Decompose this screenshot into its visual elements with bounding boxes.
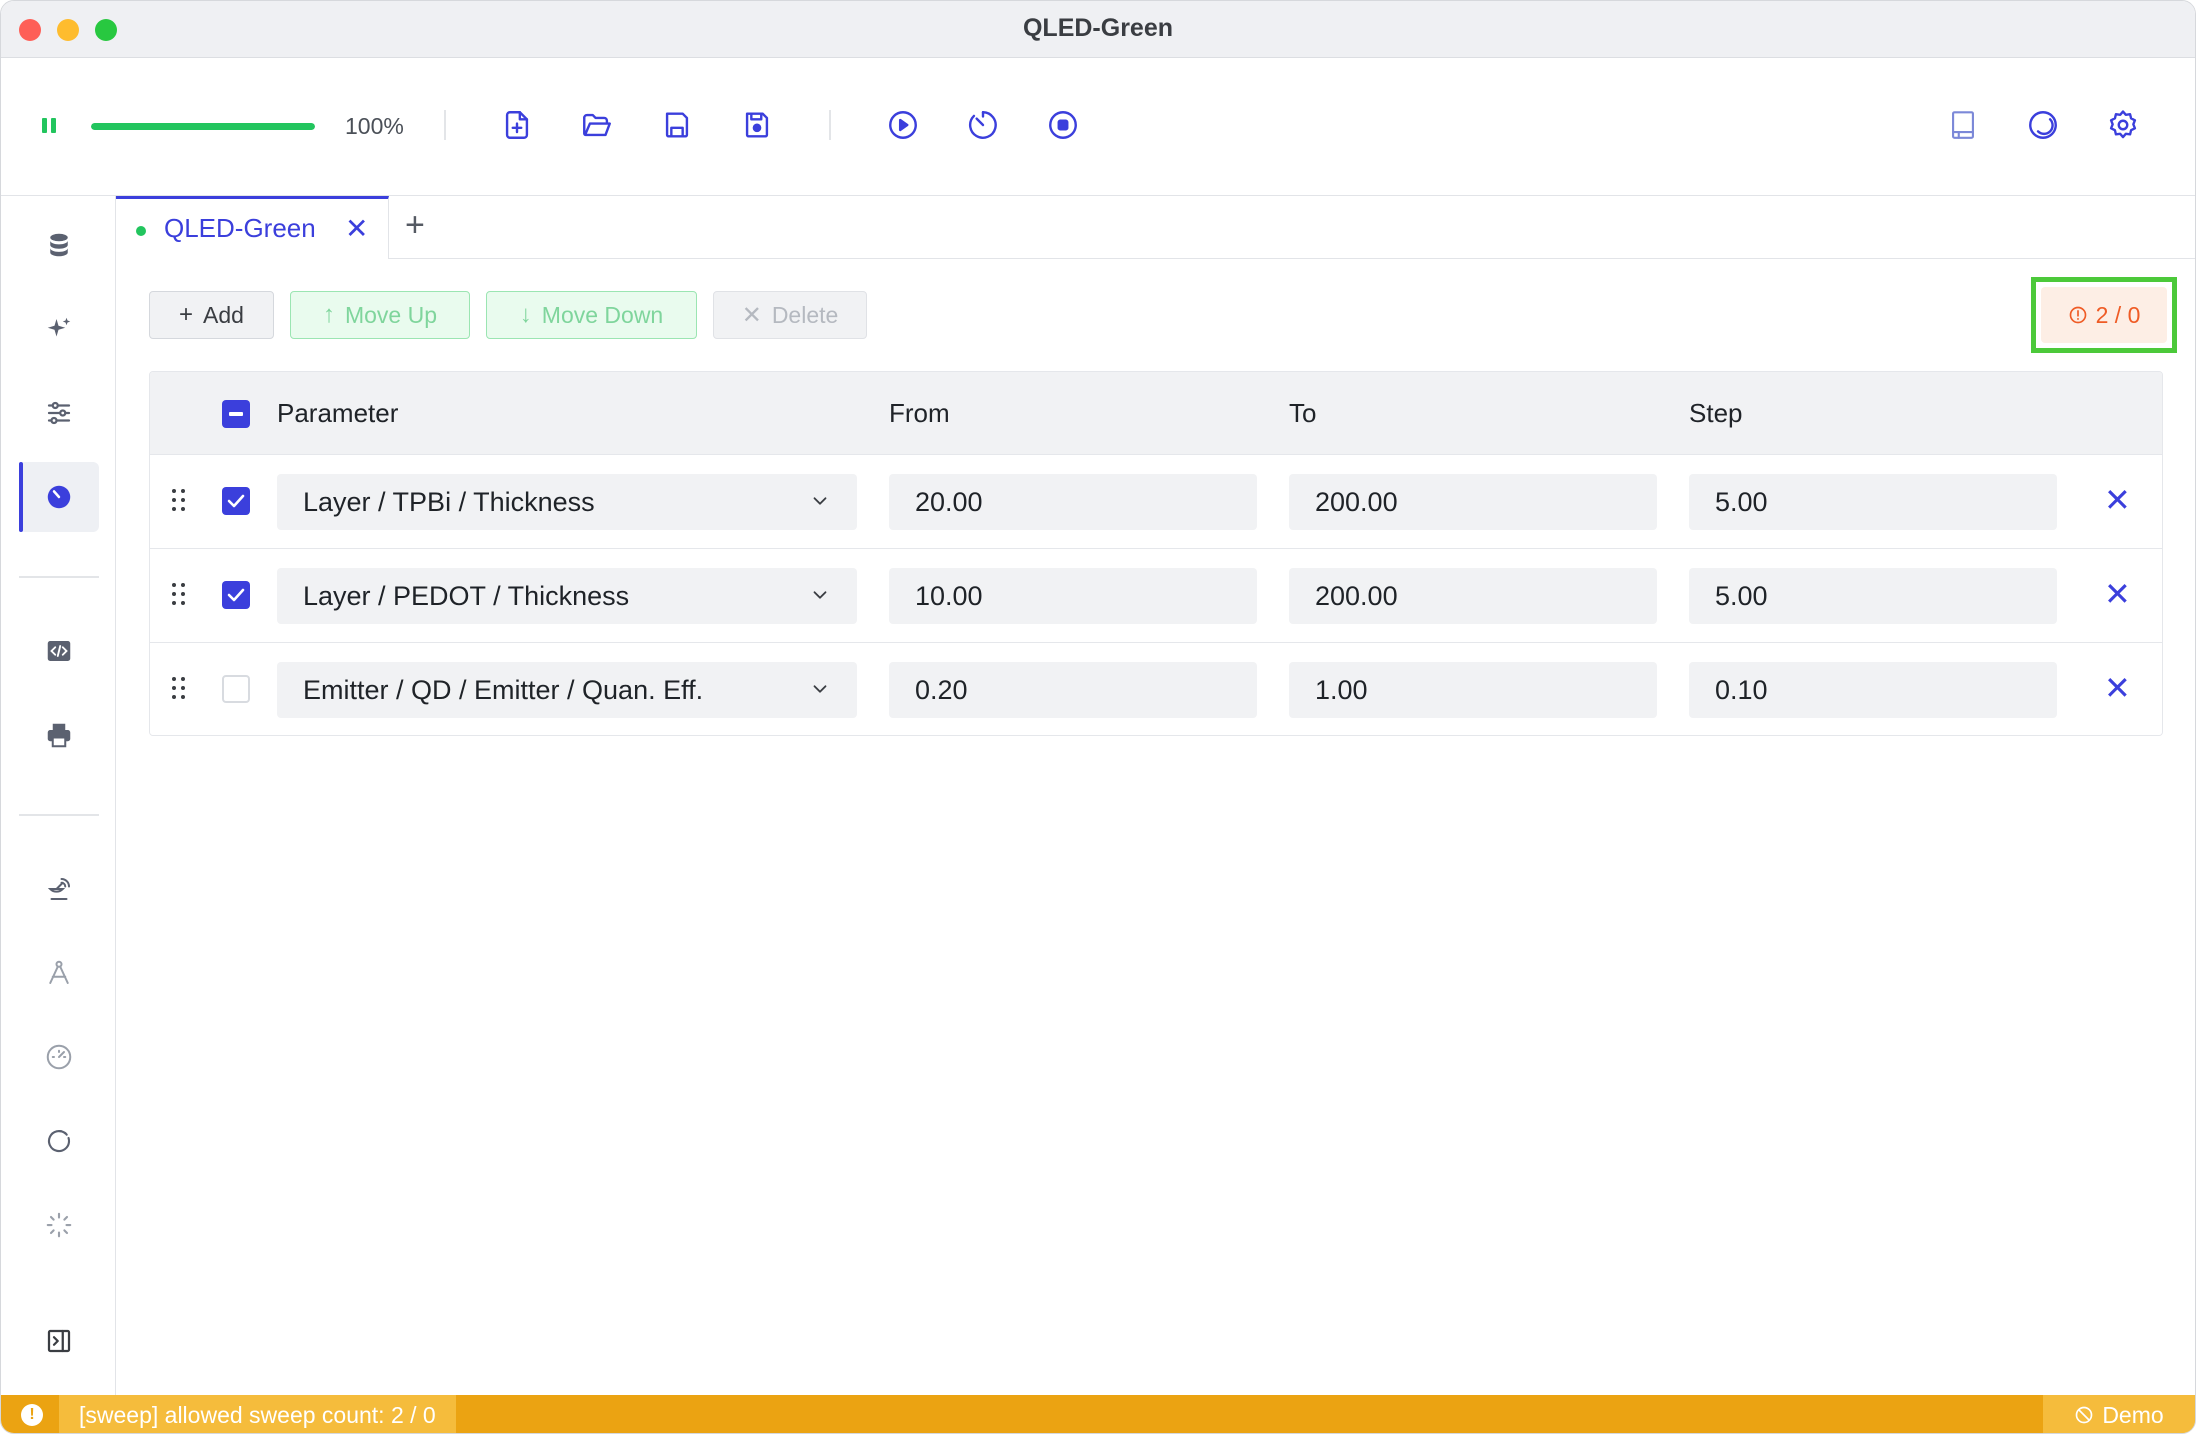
save-icon[interactable] [657, 105, 697, 145]
chevron-down-icon [813, 497, 827, 505]
step-field[interactable]: 0.10 [1689, 662, 2057, 718]
tab-bar: QLED-Green ✕ + [116, 196, 2195, 259]
column-header-from: From [889, 398, 950, 428]
tab-qled-green[interactable]: QLED-Green ✕ [116, 196, 389, 259]
remove-row-icon[interactable]: ✕ [2104, 577, 2131, 611]
remove-row-icon[interactable]: ✕ [2104, 671, 2131, 705]
printer-icon[interactable] [19, 700, 99, 770]
toolbar-divider [829, 110, 831, 140]
delete-label: Delete [771, 301, 839, 328]
to-field[interactable]: 1.00 [1289, 662, 1657, 718]
close-icon: ✕ [741, 301, 762, 329]
from-field[interactable]: 20.00 [889, 474, 1257, 530]
move-up-button[interactable]: ↑ Move Up [290, 291, 470, 339]
chevron-down-icon [813, 591, 827, 599]
app-window: QLED-Green 100% QLED-Green ✕ + + Add ↑ M… [0, 0, 2196, 1434]
sidebar [1, 196, 116, 1395]
parameter-value: Emitter / QD / Emitter / Quan. Eff. [303, 675, 704, 705]
column-header-step: Step [1689, 398, 1743, 428]
window-title: QLED-Green [1022, 14, 1174, 42]
run-icon[interactable] [883, 105, 923, 145]
sparkles-icon[interactable] [19, 294, 99, 364]
gauge-icon[interactable] [19, 1022, 99, 1092]
delete-button[interactable]: ✕ Delete [713, 291, 867, 339]
settings-icon[interactable] [2103, 105, 2143, 145]
loader-icon[interactable] [19, 1190, 99, 1260]
progress-text: 100% [345, 113, 404, 139]
timer-icon[interactable] [963, 105, 1003, 145]
table-header: Parameter From To Step [150, 372, 2162, 455]
panel-toggle-icon[interactable] [19, 1306, 99, 1376]
table-row: Layer / TPBi / Thickness 20.00 200.00 5.00 ✕ [150, 455, 2162, 549]
drag-handle-icon[interactable] [172, 583, 186, 607]
parameter-value: Layer / TPBi / Thickness [303, 487, 595, 517]
step-field[interactable]: 5.00 [1689, 568, 2057, 624]
satellite-icon[interactable] [19, 854, 99, 924]
sliders-icon[interactable] [19, 378, 99, 448]
toolbar-divider [444, 110, 446, 140]
status-message: [sweep] allowed sweep count: 2 / 0 [59, 1395, 456, 1433]
sweep-count-text: 2 / 0 [2095, 301, 2141, 328]
ban-icon [2075, 1406, 2093, 1424]
chevron-down-icon [813, 685, 827, 693]
move-down-button[interactable]: ↓ Move Down [486, 291, 697, 339]
alert-circle-icon [2069, 306, 2086, 324]
progress-bar [91, 123, 315, 130]
drag-handle-icon[interactable] [172, 489, 186, 513]
parameter-select[interactable]: Layer / PEDOT / Thickness [277, 568, 857, 624]
parameter-select[interactable]: Layer / TPBi / Thickness [277, 474, 857, 530]
from-field[interactable]: 0.20 [889, 662, 1257, 718]
sweep-table: Parameter From To Step Layer / TPBi / Th… [149, 371, 2163, 736]
row-checkbox[interactable] [222, 487, 250, 515]
pause-icon[interactable] [39, 116, 59, 136]
from-field[interactable]: 10.00 [889, 568, 1257, 624]
arrow-down-icon: ↓ [519, 301, 532, 328]
drag-handle-icon[interactable] [172, 677, 186, 701]
title-bar: QLED-Green [1, 1, 2195, 58]
to-field[interactable]: 200.00 [1289, 568, 1657, 624]
add-button[interactable]: + Add [149, 291, 274, 339]
warning-icon: ! [21, 1404, 43, 1426]
new-tab-button[interactable]: + [405, 208, 425, 242]
tab-label: QLED-Green [164, 213, 316, 243]
demo-mode-indicator[interactable]: Demo [2043, 1395, 2195, 1433]
remove-row-icon[interactable]: ✕ [2104, 483, 2131, 517]
add-button-label: Add [203, 301, 244, 328]
demo-label: Demo [2102, 1402, 2164, 1428]
toolbar: 100% [1, 58, 2195, 196]
parameter-select[interactable]: Emitter / QD / Emitter / Quan. Eff. [277, 662, 857, 718]
row-checkbox[interactable] [222, 675, 250, 703]
to-field[interactable]: 200.00 [1289, 474, 1657, 530]
new-file-icon[interactable] [497, 105, 537, 145]
code-icon[interactable] [19, 616, 99, 686]
stop-icon[interactable] [1043, 105, 1083, 145]
arrow-up-icon: ↑ [322, 301, 335, 328]
refresh-icon[interactable] [19, 1106, 99, 1176]
unsaved-indicator [136, 226, 146, 236]
sweep-icon[interactable] [19, 462, 99, 532]
parameter-value: Layer / PEDOT / Thickness [303, 581, 630, 611]
compass-icon[interactable] [19, 938, 99, 1008]
column-header-to: To [1289, 398, 1317, 428]
select-all-checkbox[interactable] [222, 400, 250, 428]
sweep-count-badge[interactable]: 2 / 0 [2041, 287, 2167, 343]
move-down-label: Move Down [541, 301, 664, 328]
column-header-parameter: Parameter [277, 398, 399, 428]
save-as-icon[interactable] [737, 105, 777, 145]
progress-fill [91, 123, 315, 130]
sidebar-divider [19, 814, 99, 816]
plus-icon: + [179, 301, 194, 328]
database-icon[interactable] [19, 210, 99, 280]
tab-close-icon[interactable]: ✕ [345, 215, 368, 243]
status-bar: ! [sweep] allowed sweep count: 2 / 0 Dem… [1, 1395, 2195, 1433]
step-field[interactable]: 5.00 [1689, 474, 2057, 530]
open-folder-icon[interactable] [577, 105, 617, 145]
book-icon[interactable] [1943, 105, 1983, 145]
move-up-label: Move Up [344, 301, 438, 328]
table-row: Emitter / QD / Emitter / Quan. Eff. 0.20 1… [150, 643, 2162, 735]
table-row: Layer / PEDOT / Thickness 10.00 200.00 5.00… [150, 549, 2162, 643]
row-checkbox[interactable] [222, 581, 250, 609]
theme-icon[interactable] [2023, 105, 2063, 145]
sidebar-divider [19, 576, 99, 578]
